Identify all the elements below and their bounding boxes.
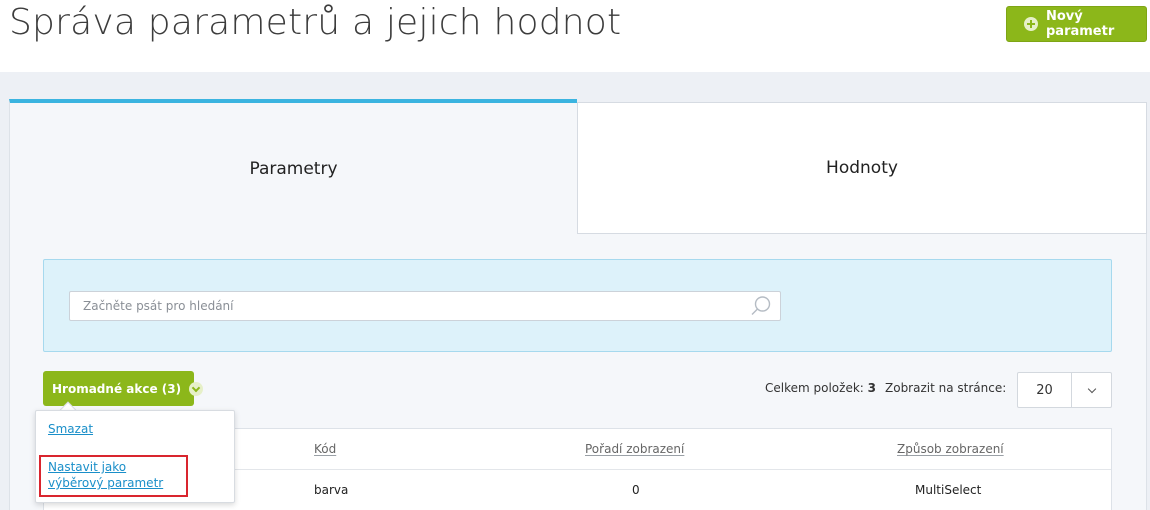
new-parameter-button[interactable]: Nový parametr [1006,6,1147,42]
chevron-down-icon [189,381,204,396]
plus-circle-icon [1024,17,1038,31]
per-page-select[interactable]: 20 [1017,372,1112,408]
tab-parametry[interactable]: Parametry [9,99,577,234]
per-page-toggle[interactable] [1072,373,1111,407]
bulk-actions-button[interactable]: Hromadné akce (3) [43,371,204,406]
column-header-poradi[interactable]: Pořadí zobrazení [585,442,684,456]
search-icon[interactable] [749,294,773,318]
tab-hodnoty-label: Hodnoty [826,158,898,178]
tab-hodnoty[interactable]: Hodnoty [577,102,1147,234]
chevron-down-icon [1087,384,1096,393]
page-header: Správa parametrů a jejich hodnot Nový pa… [0,0,1150,72]
table-cell-zpusob: MultiSelect [915,483,982,497]
per-page-value: 20 [1018,373,1072,407]
column-header-zpusob[interactable]: Způsob zobrazení [897,442,1004,456]
highlight-box [39,455,188,497]
total-items-label: Celkem položek: [765,381,864,395]
table-cell-poradi: 0 [632,483,640,497]
page-title: Správa parametrů a jejich hodnot [9,2,622,43]
new-parameter-label: Nový parametr [1046,9,1115,39]
total-items: Celkem položek: 3 [765,381,876,395]
tab-parametry-label: Parametry [249,158,338,179]
column-header-kod[interactable]: Kód [314,442,336,456]
menu-item-delete[interactable]: Smazat [48,422,93,436]
bulk-actions-label: Hromadné akce (3) [52,381,182,396]
search-input[interactable] [69,291,781,321]
total-items-count: 3 [867,381,876,395]
table-cell-kod: barva [314,483,349,497]
per-page-label: Zobrazit na stránce: [885,381,1007,395]
